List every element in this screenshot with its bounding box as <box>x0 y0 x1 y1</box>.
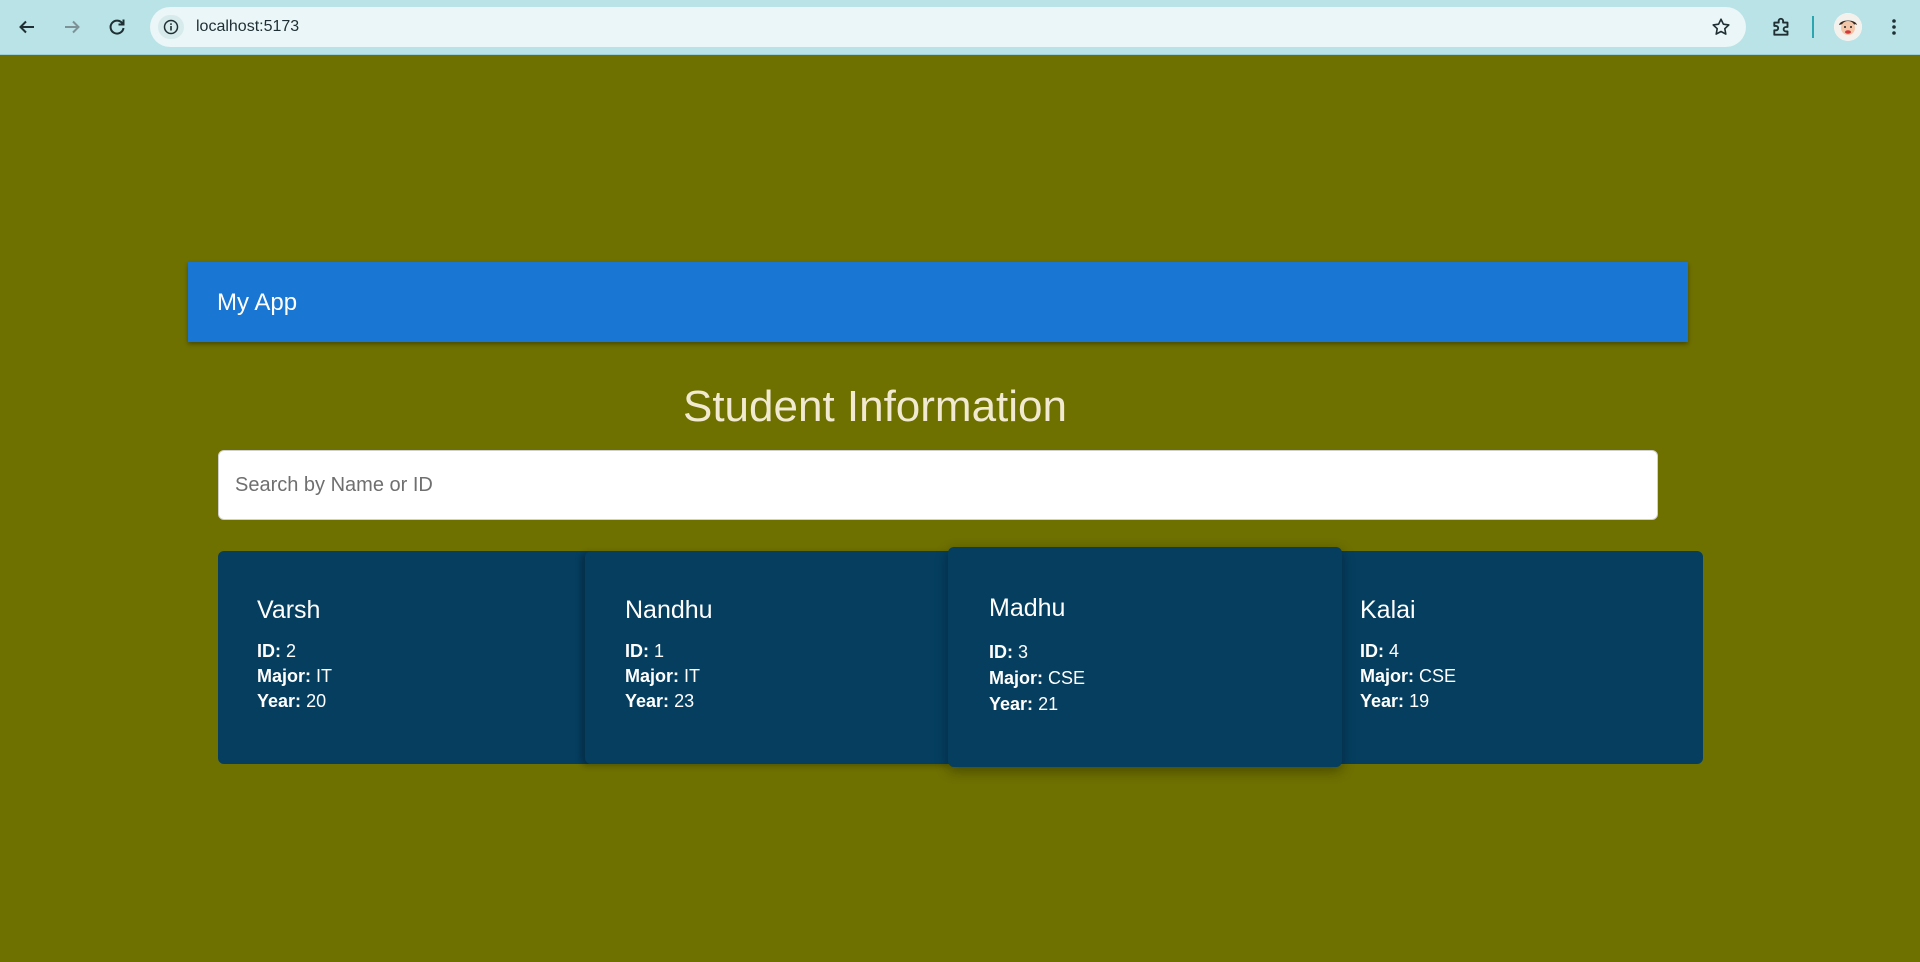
search-input[interactable] <box>218 450 1658 520</box>
toolbar-divider <box>1812 16 1814 38</box>
student-id-row: ID: 4 <box>1360 639 1456 664</box>
student-card[interactable]: Kalai ID: 4 Major: CSE Year: 19 <box>1323 551 1703 764</box>
major-label: Major: <box>989 668 1043 688</box>
student-card[interactable]: Varsh ID: 2 Major: IT Year: 20 <box>218 551 598 764</box>
id-label: ID: <box>625 641 649 661</box>
student-major-row: Major: IT <box>257 664 332 689</box>
id-label: ID: <box>257 641 281 661</box>
major-label: Major: <box>1360 666 1414 686</box>
major-label: Major: <box>257 666 311 686</box>
student-name: Kalai <box>1360 596 1416 624</box>
url-text[interactable]: localhost:5173 <box>196 17 299 37</box>
student-card[interactable]: Madhu ID: 3 Major: CSE Year: 21 <box>948 547 1342 767</box>
reload-icon[interactable] <box>99 9 135 45</box>
year-label: Year: <box>989 694 1034 714</box>
student-details: ID: 1 Major: IT Year: 23 <box>625 639 700 714</box>
year-value: 21 <box>1038 694 1059 714</box>
student-id-row: ID: 2 <box>257 639 332 664</box>
student-year-row: Year: 19 <box>1360 689 1456 714</box>
major-label: Major: <box>625 666 679 686</box>
major-value: CSE <box>1048 668 1086 688</box>
id-value: 4 <box>1389 641 1400 661</box>
id-label: ID: <box>1360 641 1384 661</box>
student-major-row: Major: CSE <box>1360 664 1456 689</box>
major-value: CSE <box>1419 666 1457 686</box>
student-details: ID: 3 Major: CSE Year: 21 <box>989 639 1085 717</box>
student-year-row: Year: 21 <box>989 691 1085 717</box>
forward-arrow-icon[interactable] <box>54 9 90 45</box>
app-title: My App <box>217 289 298 316</box>
puzzle-icon[interactable] <box>1764 9 1800 45</box>
browser-toolbar: localhost:5173 <box>0 0 1920 55</box>
student-id-row: ID: 3 <box>989 639 1085 665</box>
year-value: 19 <box>1409 691 1430 711</box>
kebab-menu-icon[interactable] <box>1876 9 1912 45</box>
year-label: Year: <box>257 691 302 711</box>
id-value: 1 <box>654 641 665 661</box>
student-name: Nandhu <box>625 596 713 624</box>
student-major-row: Major: CSE <box>989 665 1085 691</box>
page-title: Student Information <box>682 382 1067 431</box>
back-arrow-icon[interactable] <box>9 9 45 45</box>
id-value: 3 <box>1018 642 1029 662</box>
student-id-row: ID: 1 <box>625 639 700 664</box>
star-icon[interactable] <box>1708 14 1734 40</box>
student-details: ID: 2 Major: IT Year: 20 <box>257 639 332 714</box>
year-value: 20 <box>306 691 327 711</box>
major-value: IT <box>316 666 333 686</box>
address-bar[interactable]: localhost:5173 <box>150 7 1746 47</box>
student-year-row: Year: 23 <box>625 689 700 714</box>
app-bar: My App <box>188 262 1688 342</box>
id-label: ID: <box>989 642 1013 662</box>
year-label: Year: <box>1360 691 1405 711</box>
id-value: 2 <box>286 641 297 661</box>
year-value: 23 <box>674 691 695 711</box>
profile-avatar[interactable] <box>1834 13 1862 41</box>
student-details: ID: 4 Major: CSE Year: 19 <box>1360 639 1456 714</box>
student-year-row: Year: 20 <box>257 689 332 714</box>
student-name: Varsh <box>257 596 321 624</box>
site-info-icon[interactable] <box>158 15 184 39</box>
student-card[interactable]: Nandhu ID: 1 Major: IT Year: 23 <box>585 551 955 764</box>
student-major-row: Major: IT <box>625 664 700 689</box>
year-label: Year: <box>625 691 670 711</box>
major-value: IT <box>684 666 701 686</box>
student-name: Madhu <box>989 594 1066 622</box>
